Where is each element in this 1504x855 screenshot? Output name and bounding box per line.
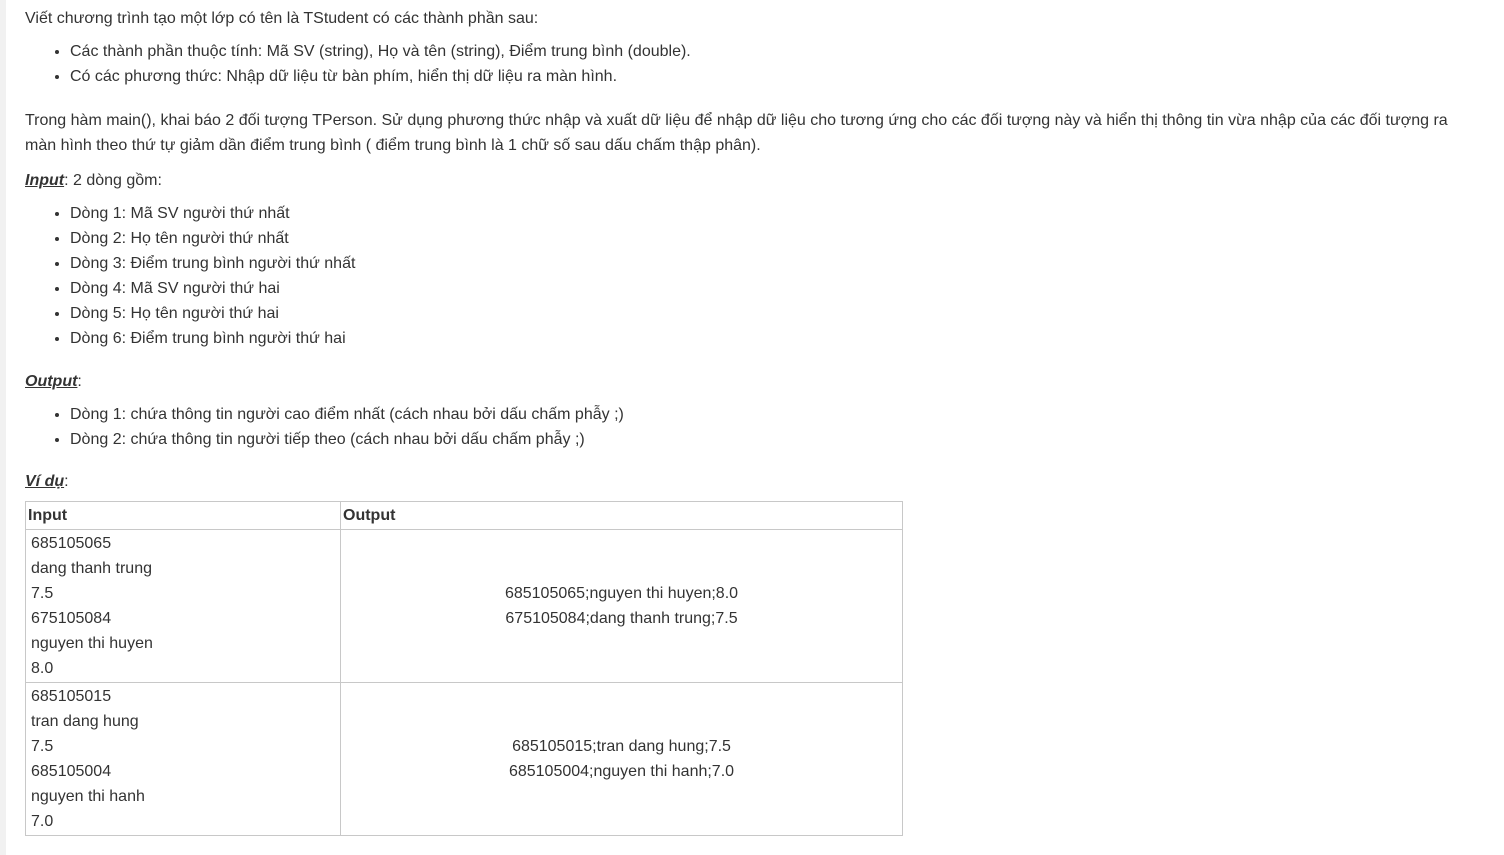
- list-item: Các thành phần thuộc tính: Mã SV (string…: [70, 39, 1470, 64]
- cell-line: 7.5: [31, 738, 54, 755]
- cell-line: 675105084: [31, 610, 112, 627]
- table-header-row: Input Output: [25, 501, 903, 530]
- left-border: [0, 0, 6, 855]
- cell-line: nguyen thi huyen: [31, 635, 153, 652]
- list-item: Có các phương thức: Nhập dữ liệu từ bàn …: [70, 64, 1470, 89]
- list-item: Dòng 5: Họ tên người thứ hai: [70, 301, 1470, 326]
- cell-line: 685105015;tran dang hung;7.5: [512, 738, 731, 755]
- cell-line: tran dang hung: [31, 713, 139, 730]
- cell-line: 685105004: [31, 763, 112, 780]
- cell-line: 7.5: [31, 585, 54, 602]
- list-item: Dòng 1: Mã SV người thứ nhất: [70, 201, 1470, 226]
- example-label: Ví dụ: [25, 473, 65, 490]
- input-cell: 685105015 tran dang hung 7.5 685105004 n…: [25, 682, 341, 836]
- cell-line: 8.0: [31, 660, 54, 677]
- cell-line: 685105004;nguyen thi hanh;7.0: [508, 763, 735, 780]
- cell-line: 685105065;nguyen thi huyen;8.0: [504, 585, 739, 602]
- main-paragraph: Trong hàm main(), khai báo 2 đối tượng T…: [25, 112, 1448, 154]
- table-row: 685105065 dang thanh trung 7.5 675105084…: [25, 529, 903, 683]
- cell-line: 7.0: [31, 813, 54, 830]
- output-cell: 685105065;nguyen thi huyen;8.0 675105084…: [340, 529, 903, 683]
- list-item: Dòng 2: chứa thông tin người tiếp theo (…: [70, 427, 1470, 452]
- list-item: Dòng 2: Họ tên người thứ nhất: [70, 226, 1470, 251]
- output-lines-list: Dòng 1: chứa thông tin người cao điểm nh…: [25, 402, 1470, 452]
- input-suffix: : 2 dòng gồm:: [64, 172, 162, 189]
- cell-line: 675105084;dang thanh trung;7.5: [505, 610, 738, 627]
- output-label: Output: [25, 373, 78, 390]
- output-cell: 685105015;tran dang hung;7.5 685105004;n…: [340, 682, 903, 836]
- input-lines-list: Dòng 1: Mã SV người thứ nhất Dòng 2: Họ …: [25, 201, 1470, 351]
- example-suffix: :: [64, 473, 69, 490]
- input-label: Input: [25, 172, 65, 189]
- output-suffix: :: [77, 373, 82, 390]
- properties-list: Các thành phần thuộc tính: Mã SV (string…: [25, 39, 1470, 89]
- example-heading: Ví dụ:: [25, 469, 1470, 494]
- cell-line: 685105065: [31, 535, 112, 552]
- cell-line: 685105015: [31, 688, 112, 705]
- list-item: Dòng 3: Điểm trung bình người thứ nhất: [70, 251, 1470, 276]
- cell-line: nguyen thi hanh: [31, 788, 145, 805]
- header-output: Output: [340, 501, 903, 530]
- list-item: Dòng 1: chứa thông tin người cao điểm nh…: [70, 402, 1470, 427]
- header-input: Input: [25, 501, 341, 530]
- output-heading: Output:: [25, 369, 1470, 394]
- cell-line: dang thanh trung: [31, 560, 152, 577]
- list-item: Dòng 6: Điểm trung bình người thứ hai: [70, 326, 1470, 351]
- problem-content: Viết chương trình tạo một lớp có tên là …: [25, 6, 1470, 836]
- input-cell: 685105065 dang thanh trung 7.5 675105084…: [25, 529, 341, 683]
- problem-intro: Viết chương trình tạo một lớp có tên là …: [25, 10, 539, 27]
- list-item: Dòng 4: Mã SV người thứ hai: [70, 276, 1470, 301]
- input-heading: Input: 2 dòng gồm:: [25, 168, 1470, 193]
- examples-table: Input Output 685105065 dang thanh trung …: [25, 501, 903, 836]
- table-row: 685105015 tran dang hung 7.5 685105004 n…: [25, 682, 903, 836]
